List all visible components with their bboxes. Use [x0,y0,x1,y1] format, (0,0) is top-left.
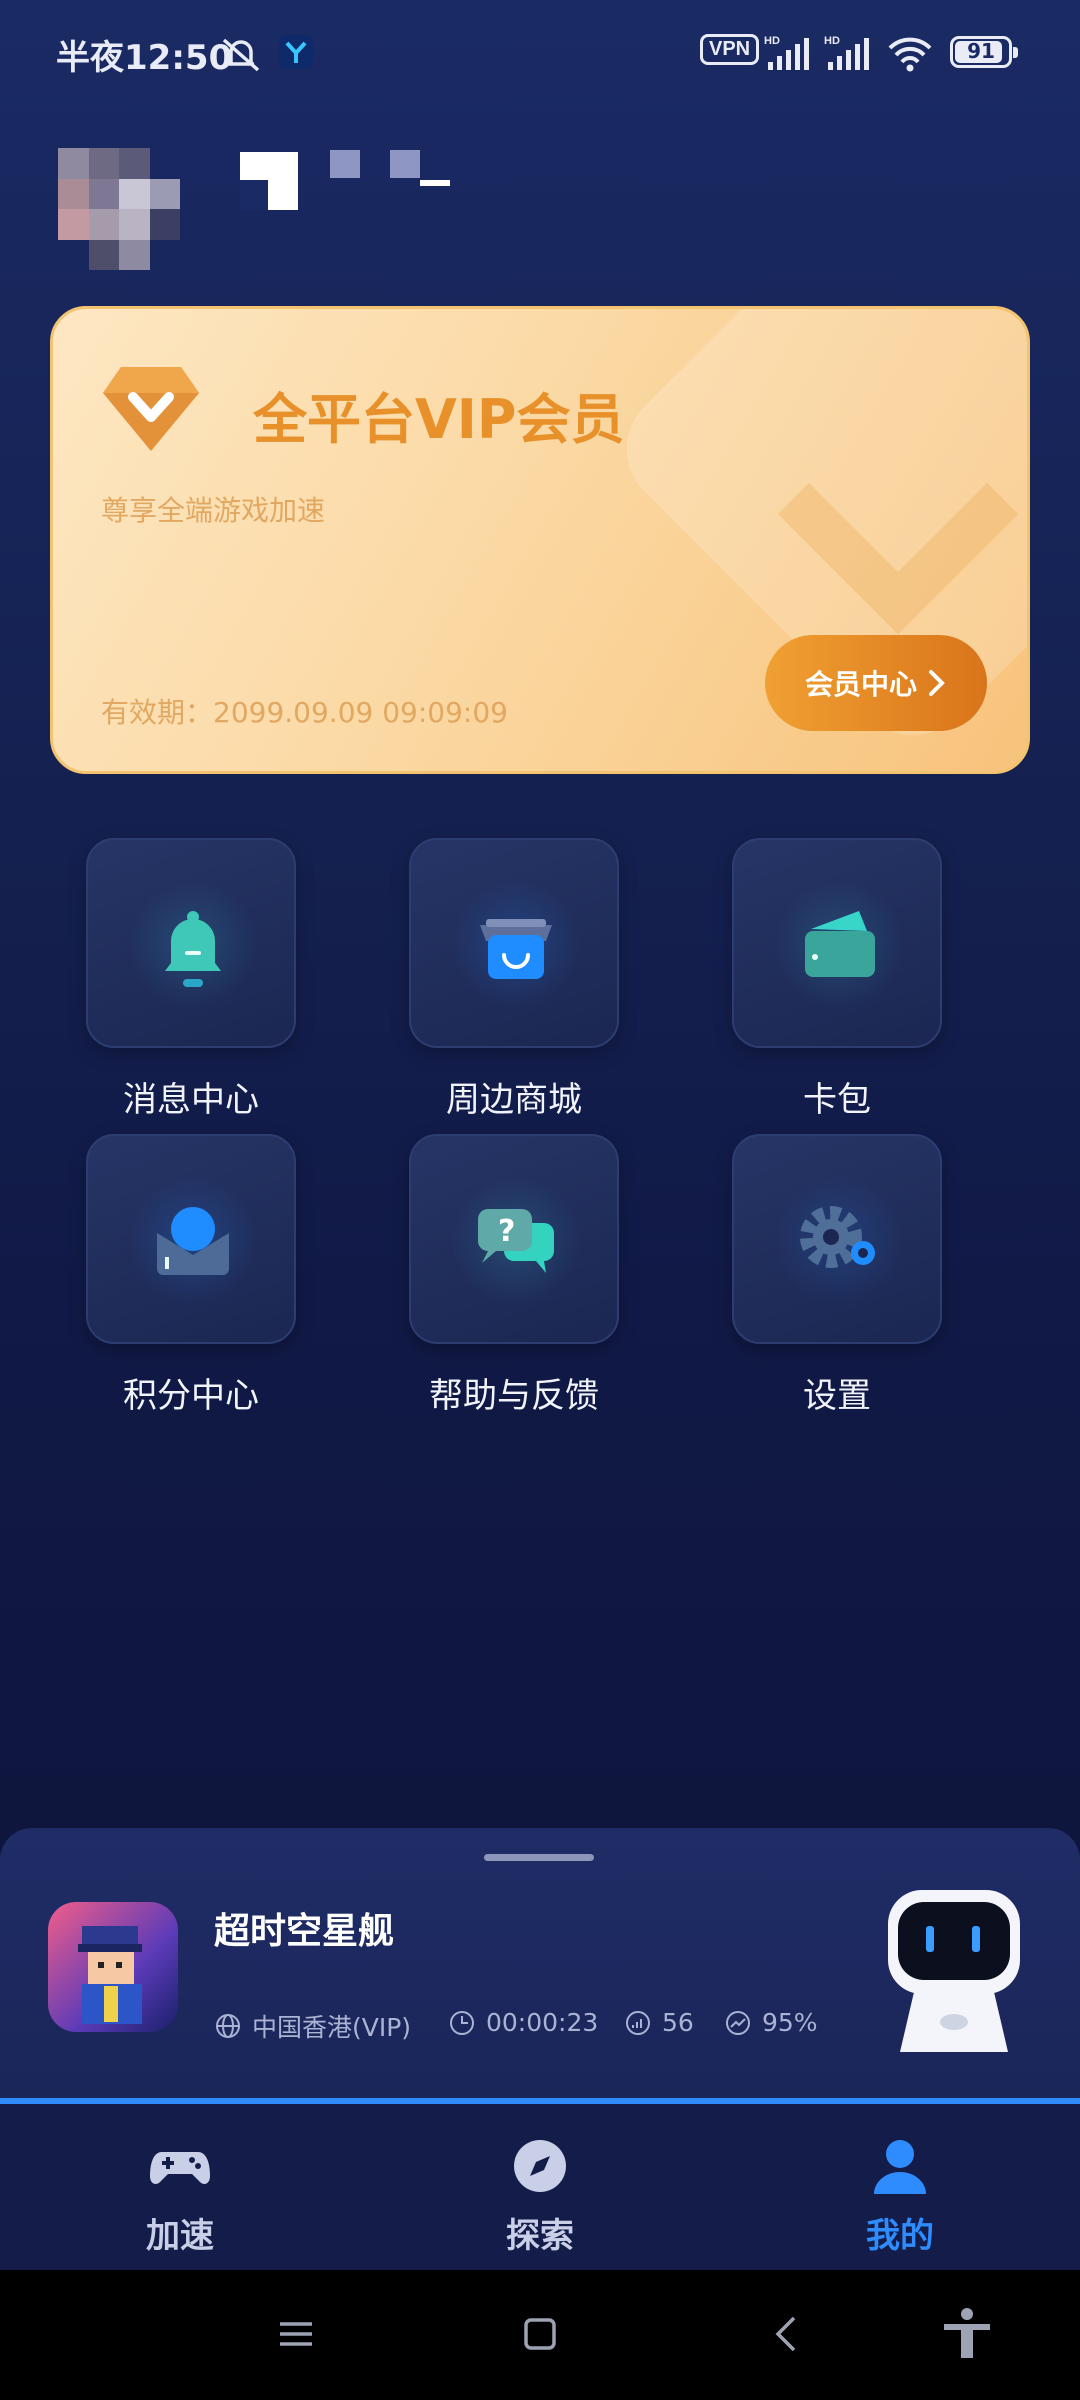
vip-expiry: 有效期：2099.09.09 09:09:09 [101,696,508,729]
member-center-label: 会员中心 [804,668,917,701]
points-center-tile[interactable] [86,1134,296,1344]
duration-text: 00:00:23 [486,2008,599,2037]
shop-tile[interactable] [409,838,619,1048]
wallet-tile[interactable] [732,838,942,1048]
latency-text: 56 [662,2008,694,2037]
tab-explore[interactable]: 探索 [420,2104,660,2270]
status-time: 半夜12:50 [56,38,233,78]
menu-icon[interactable] [272,2310,320,2358]
tile-label-message: 消息中心 [123,1080,259,1120]
status-bar: 半夜12:50 VPN HD HD 91 [0,0,1080,104]
latency: 56 [624,2008,694,2037]
help-chat-icon: ? [478,1209,554,1273]
tile-label-help: 帮助与反馈 [429,1376,599,1416]
message-center-tile[interactable] [86,838,296,1048]
help-feedback-tile[interactable]: ? [409,1134,619,1344]
tile-label-wallet: 卡包 [803,1080,871,1120]
home-icon[interactable] [516,2310,564,2358]
vpn-badge: VPN [700,34,760,65]
trend-circle-icon [726,2010,750,2035]
mail-points-icon [157,1207,229,1275]
avatar[interactable] [58,148,180,270]
chevron-right-icon [929,670,945,696]
system-nav-bar [0,2270,1080,2400]
tab-accelerate[interactable]: 加速 [60,2104,300,2270]
robot-mascot-icon [888,1890,1020,2052]
settings-tile[interactable] [732,1134,942,1344]
bell-icon [165,911,221,987]
tab-accelerate-label: 加速 [146,2216,214,2256]
vip-card[interactable]: 全平台VIP会员 尊享全端游戏加速 有效期：2099.09.09 09:09:0… [50,306,1030,774]
tile-label-settings: 设置 [803,1376,871,1416]
signal-circle-icon [626,2010,650,2035]
vip-title: 全平台VIP会员 [253,388,625,451]
tile-label-points: 积分中心 [123,1376,259,1416]
gear-icon [800,1206,875,1268]
compass-icon [514,2140,566,2192]
gamepad-icon [150,2152,210,2184]
region-text: 中国香港(VIP) [252,2013,412,2042]
stability: 95% [724,2008,818,2037]
game-icon [48,1902,178,2032]
session-duration: 00:00:23 [448,2008,598,2037]
svg-text:HD: HD [764,35,780,47]
battery-icon: 91 [950,36,1018,68]
svg-text:HD: HD [824,35,840,47]
user-icon [874,2140,926,2194]
bottom-tab-bar: 加速 探索 我的 [0,2104,1080,2270]
accessibility-icon[interactable] [940,2306,994,2360]
vip-subtitle: 尊享全端游戏加速 [101,494,326,527]
wallet-icon [805,911,875,977]
stability-text: 95% [762,2008,818,2037]
tile-label-shop: 周边商城 [446,1080,582,1120]
now-playing-panel[interactable]: 超时空星舰 中国香港(VIP) 00:00:23 56 95% [0,1828,1080,2104]
game-title: 超时空星舰 [214,1911,395,1952]
tab-explore-label: 探索 [506,2216,574,2256]
tab-mine[interactable]: 我的 [780,2104,1020,2270]
panel-drag-handle[interactable] [484,1854,594,1861]
vip-diamond-icon [103,367,199,451]
app-y-icon [279,35,313,69]
hd-signal-icon: HD [764,35,809,70]
member-center-button[interactable]: 会员中心 [765,635,987,731]
shop-icon [480,919,552,979]
wifi-icon [888,37,932,72]
hd-signal-icon: HD [824,35,869,70]
pixel-character-icon [78,1926,142,2024]
server-region: 中国香港(VIP) [214,2008,411,2044]
globe-icon [216,2014,240,2038]
username-redacted [240,150,460,210]
battery-level: 91 [967,39,995,63]
back-icon[interactable] [764,2310,812,2358]
mute-bell-icon [222,38,260,72]
clock-icon [450,2010,474,2035]
svg-text:?: ? [498,1214,515,1249]
tab-mine-label: 我的 [866,2216,934,2256]
